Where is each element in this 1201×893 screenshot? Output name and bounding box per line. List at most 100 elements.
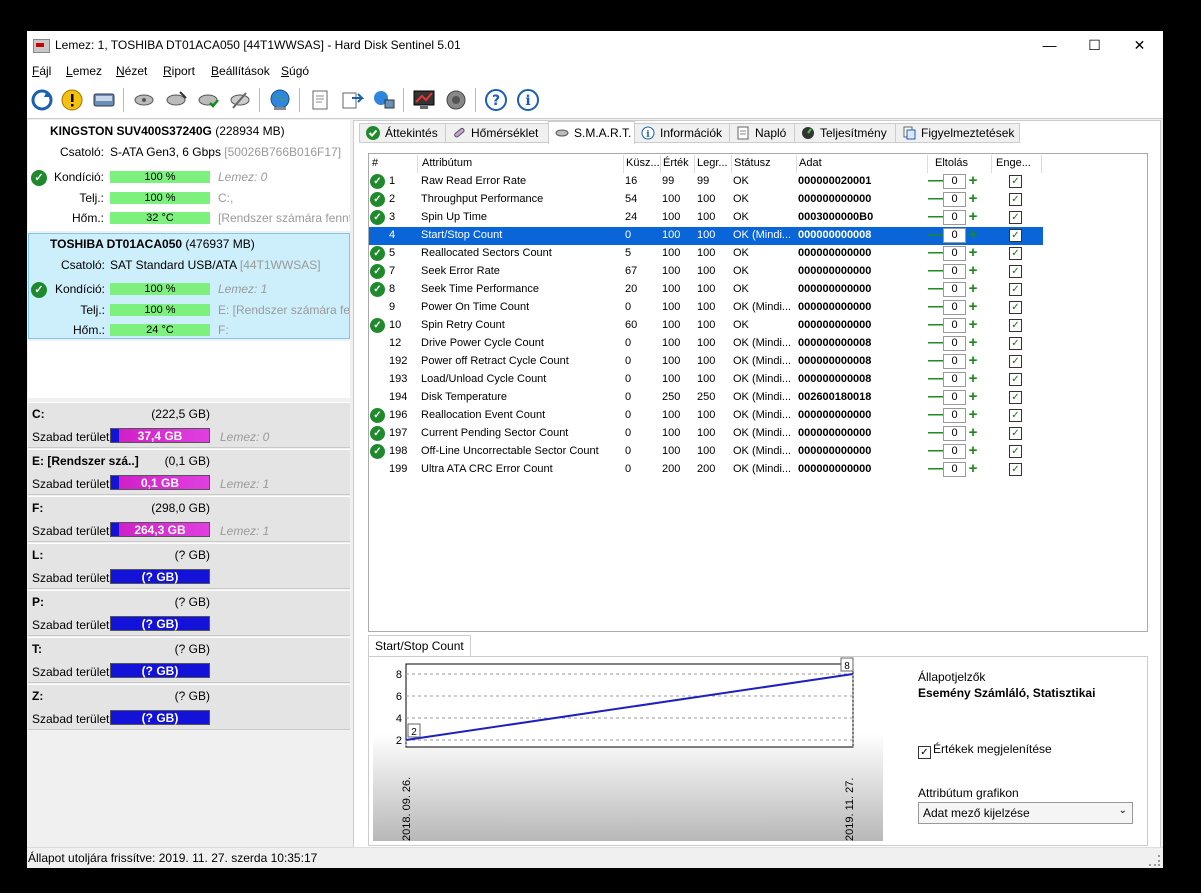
col-header-offset[interactable]: Eltolás <box>935 157 968 169</box>
globe-icon[interactable] <box>267 87 293 113</box>
disk-info-icon[interactable] <box>91 87 117 113</box>
table-row[interactable]: ✓ 197 Current Pending Sector Count 0 100 100 O… <box>369 425 1043 443</box>
decrement-button[interactable]: — <box>928 335 943 351</box>
disk-check-icon[interactable] <box>195 87 221 113</box>
menu-report[interactable]: Riport <box>163 64 195 78</box>
enabled-checkbox[interactable]: ✓ <box>1009 463 1022 476</box>
decrement-button[interactable]: — <box>928 173 943 189</box>
table-row[interactable]: ✓ 10 Spin Retry Count 60 100 100 OK 00000000000… <box>369 317 1043 335</box>
decrement-button[interactable]: — <box>928 209 943 225</box>
enabled-checkbox[interactable]: ✓ <box>1009 175 1022 188</box>
col-header-data[interactable]: Adat <box>799 157 822 169</box>
show-values-checkbox[interactable]: ✓ Értékek megjelenítése <box>918 742 1052 759</box>
refresh-icon[interactable] <box>29 87 55 113</box>
table-row[interactable]: ✓ 3 Spin Up Time 24 100 100 OK 0003000000B0 —0 + ✓ <box>369 209 1043 227</box>
decrement-button[interactable]: — <box>928 281 943 297</box>
tab-overview[interactable]: Áttekintés <box>359 123 446 143</box>
enabled-checkbox[interactable]: ✓ <box>1009 247 1022 260</box>
decrement-button[interactable]: — <box>928 425 943 441</box>
increment-button[interactable]: + <box>966 461 980 477</box>
table-row[interactable]: ✓ 5 Reallocated Sectors Count 5 100 100 OK 0000… <box>369 245 1043 263</box>
increment-button[interactable]: + <box>966 263 980 279</box>
increment-button[interactable]: + <box>966 389 980 405</box>
increment-button[interactable]: + <box>966 299 980 315</box>
offset-value[interactable]: 0 <box>943 462 966 477</box>
graph-tab-start-stop[interactable]: Start/Stop Count <box>368 635 471 657</box>
col-header-worst[interactable]: Legr... <box>697 157 728 169</box>
offset-value[interactable]: 0 <box>943 426 966 441</box>
table-row[interactable]: ✓ 198 Off-Line Uncorrectable Sector Count 0… <box>369 443 1043 461</box>
offset-value[interactable]: 0 <box>943 336 966 351</box>
enabled-checkbox[interactable]: ✓ <box>1009 391 1022 404</box>
decrement-button[interactable]: — <box>928 191 943 207</box>
volume-item[interactable]: P: (? GB) Szabad terület (? GB) <box>28 590 350 636</box>
disk-test-icon[interactable] <box>131 87 157 113</box>
menu-settings[interactable]: Beállítások <box>211 64 270 78</box>
volume-item[interactable]: C: (222,5 GB) Szabad terület 37,4 GB Lem… <box>28 402 350 448</box>
increment-button[interactable]: + <box>966 407 980 423</box>
minimize-button[interactable]: — <box>1027 31 1072 60</box>
offset-value[interactable]: 0 <box>943 282 966 297</box>
monitor-icon[interactable] <box>411 87 437 113</box>
col-header-attribute[interactable]: Attribútum <box>422 157 472 169</box>
col-header-status[interactable]: Státusz <box>734 157 771 169</box>
increment-button[interactable]: + <box>966 173 980 189</box>
decrement-button[interactable]: — <box>928 227 943 243</box>
help-icon[interactable]: ? <box>483 87 509 113</box>
decrement-button[interactable]: — <box>928 407 943 423</box>
volume-item[interactable]: E: [Rendszer szá..] (0,1 GB) Szabad terü… <box>28 449 350 495</box>
table-row[interactable]: ✓ 1 Raw Read Error Rate 16 99 99 OK 00000002000… <box>369 173 1043 191</box>
volume-item[interactable]: L: (? GB) Szabad terület (? GB) <box>28 543 350 589</box>
warning-icon[interactable] <box>59 87 85 113</box>
volume-item[interactable]: T: (? GB) Szabad terület (? GB) <box>28 637 350 683</box>
attribute-graph-select[interactable]: Adat mező kijelzése ⌄ <box>918 802 1133 824</box>
enabled-checkbox[interactable]: ✓ <box>1009 283 1022 296</box>
increment-button[interactable]: + <box>966 371 980 387</box>
enabled-checkbox[interactable]: ✓ <box>1009 355 1022 368</box>
enabled-checkbox[interactable]: ✓ <box>1009 427 1022 440</box>
offset-value[interactable]: 0 <box>943 192 966 207</box>
increment-button[interactable]: + <box>966 245 980 261</box>
col-header-id[interactable]: # <box>372 157 378 169</box>
offset-value[interactable]: 0 <box>943 390 966 405</box>
increment-button[interactable]: + <box>966 281 980 297</box>
menu-help[interactable]: Súgó <box>281 64 309 78</box>
table-row[interactable]: ✓ 8 Seek Time Performance 20 100 100 OK 0000000… <box>369 281 1043 299</box>
menu-view[interactable]: Nézet <box>116 64 147 78</box>
offset-value[interactable]: 0 <box>943 318 966 333</box>
table-row[interactable]: ✓ 2 Throughput Performance 54 100 100 OK 000000… <box>369 191 1043 209</box>
tab-alerts[interactable]: Figyelmeztetések <box>895 123 1020 143</box>
col-header-value[interactable]: Érték <box>663 157 689 169</box>
disk-tool-icon[interactable] <box>227 87 253 113</box>
menu-file[interactable]: Fájl <box>32 64 51 78</box>
tab-performance[interactable]: Teljesítmény <box>794 123 896 143</box>
offset-value[interactable]: 0 <box>943 174 966 189</box>
disk-card-0[interactable]: KINGSTON SUV400S37240G (228934 MB) Csato… <box>28 120 350 231</box>
enabled-checkbox[interactable]: ✓ <box>1009 211 1022 224</box>
decrement-button[interactable]: — <box>928 461 943 477</box>
increment-button[interactable]: + <box>966 443 980 459</box>
decrement-button[interactable]: — <box>928 371 943 387</box>
menu-disk[interactable]: Lemez <box>66 64 102 78</box>
volume-item[interactable]: Z: (? GB) Szabad terület (? GB) <box>28 684 350 730</box>
increment-button[interactable]: + <box>966 191 980 207</box>
close-button[interactable]: ✕ <box>1117 31 1162 60</box>
table-row[interactable]: 12 Drive Power Cycle Count 0 100 100 OK (Mind… <box>369 335 1043 353</box>
offset-value[interactable]: 0 <box>943 372 966 387</box>
volume-item[interactable]: F: (298,0 GB) Szabad terület 264,3 GB Le… <box>28 496 350 542</box>
increment-button[interactable]: + <box>966 317 980 333</box>
decrement-button[interactable]: — <box>928 443 943 459</box>
sound-icon[interactable] <box>443 87 469 113</box>
table-row[interactable]: ✓ 7 Seek Error Rate 67 100 100 OK 000000000000 —… <box>369 263 1043 281</box>
enabled-checkbox[interactable]: ✓ <box>1009 229 1022 242</box>
decrement-button[interactable]: — <box>928 245 943 261</box>
offset-value[interactable]: 0 <box>943 246 966 261</box>
enabled-checkbox[interactable]: ✓ <box>1009 445 1022 458</box>
table-row[interactable]: ✓ 196 Reallocation Event Count 0 100 100 OK (M… <box>369 407 1043 425</box>
tab-log[interactable]: Napló <box>729 123 795 143</box>
increment-button[interactable]: + <box>966 353 980 369</box>
table-row[interactable]: 9 Power On Time Count 0 100 100 OK (Mindi... 0… <box>369 299 1043 317</box>
enabled-checkbox[interactable]: ✓ <box>1009 337 1022 350</box>
disk-card-1[interactable]: TOSHIBA DT01ACA050 (476937 MB) Csatoló: … <box>28 233 350 339</box>
increment-button[interactable]: + <box>966 227 980 243</box>
